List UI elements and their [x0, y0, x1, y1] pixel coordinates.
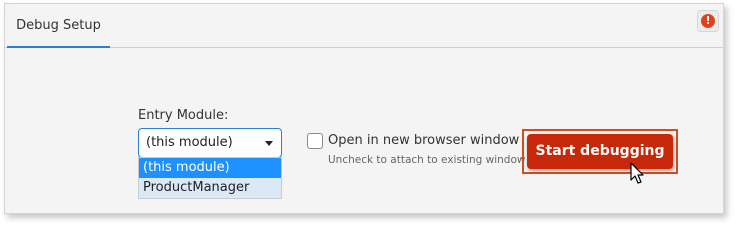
error-status-button[interactable]: !: [697, 10, 719, 32]
start-debugging-button[interactable]: Start debugging: [527, 134, 673, 169]
start-debugging-highlight: Start debugging: [522, 129, 678, 174]
caret-down-icon: [265, 141, 273, 146]
open-new-window-label[interactable]: Open in new browser window: [328, 133, 519, 148]
debug-panel: Debug Setup ! Entry Module: (this module…: [4, 3, 724, 214]
exclamation-circle-icon: !: [701, 14, 715, 28]
mouse-pointer-icon: [630, 162, 644, 184]
tab-debug-setup[interactable]: Debug Setup: [7, 4, 110, 48]
open-new-window-hint: Uncheck to attach to existing window: [328, 154, 526, 166]
entry-module-selected-value: (this module): [146, 135, 233, 150]
dropdown-option-this-module[interactable]: (this module): [139, 158, 281, 178]
tab-bar: Debug Setup !: [5, 4, 723, 48]
dropdown-option-product-manager[interactable]: ProductManager: [139, 178, 281, 198]
entry-module-select[interactable]: (this module): [138, 128, 282, 158]
entry-module-dropdown-list: (this module) ProductManager: [138, 157, 282, 199]
entry-module-label: Entry Module:: [138, 108, 229, 123]
open-new-window-checkbox[interactable]: [307, 133, 323, 149]
